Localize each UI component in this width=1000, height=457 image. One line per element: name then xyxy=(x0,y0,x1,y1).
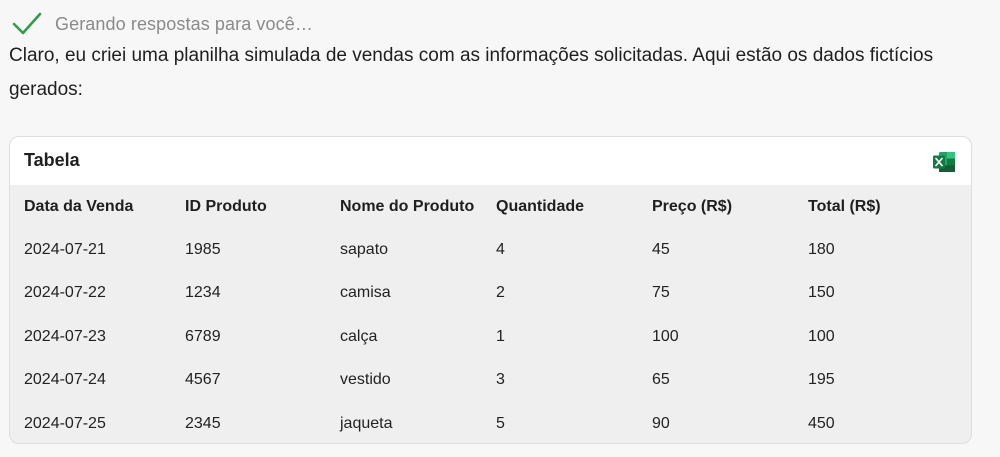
table-row: 2024-07-22 1234 camisa 2 75 150 xyxy=(10,272,971,315)
column-header: Total (R$) xyxy=(808,197,881,215)
table-row: 2024-07-25 2345 jaqueta 5 90 450 xyxy=(10,402,971,443)
table-cell: 3 xyxy=(496,371,505,389)
table-cell: 150 xyxy=(808,284,835,302)
table-row: 2024-07-24 4567 vestido 3 65 195 xyxy=(10,359,971,402)
table-cell: 2 xyxy=(496,284,505,302)
chat-response: Gerando respostas para você… Claro, eu c… xyxy=(0,0,1000,457)
column-header: Data da Venda xyxy=(24,197,134,215)
sales-table: Data da Venda ID Produto Nome do Produto… xyxy=(10,185,971,443)
table-cell: 45 xyxy=(652,241,670,259)
check-icon xyxy=(12,10,42,38)
generation-status: Gerando respostas para você… xyxy=(12,10,313,38)
table-cell: camisa xyxy=(340,284,391,302)
table-cell: 180 xyxy=(808,241,835,259)
table-cell: 4567 xyxy=(185,371,221,389)
table-title: Tabela xyxy=(24,150,80,170)
table-cell: 450 xyxy=(808,414,835,432)
column-header: Quantidade xyxy=(496,197,585,215)
table-cell: vestido xyxy=(340,371,391,389)
table-cell: 90 xyxy=(652,414,670,432)
table-cell: 6789 xyxy=(185,327,221,345)
table-cell: 4 xyxy=(496,241,505,259)
table-cell: sapato xyxy=(340,241,389,259)
table-cell: 100 xyxy=(652,327,679,345)
table-cell: 1985 xyxy=(185,241,221,259)
table-cell: 2024-07-24 xyxy=(24,371,106,389)
table-cell: 2024-07-21 xyxy=(24,241,106,259)
table-cell: 1 xyxy=(496,327,505,345)
table-cell: 1234 xyxy=(185,284,221,302)
column-header: ID Produto xyxy=(185,197,267,215)
column-header: Nome do Produto xyxy=(340,197,475,215)
table-cell: 2024-07-22 xyxy=(24,284,106,302)
table-cell: 2024-07-23 xyxy=(24,327,106,345)
table-row: 2024-07-23 6789 calça 1 100 100 xyxy=(10,315,971,358)
table-cell: 2024-07-25 xyxy=(24,414,106,432)
table-header-row: Data da Venda ID Produto Nome do Produto… xyxy=(10,185,971,228)
table-cell: 100 xyxy=(808,327,835,345)
table-card: Tabela Data da Venda ID Produto Nome do … xyxy=(9,136,972,444)
table-cell: 195 xyxy=(808,371,835,389)
table-cell: 65 xyxy=(652,371,670,389)
column-header: Preço (R$) xyxy=(652,197,733,215)
assistant-message: Claro, eu criei uma planilha simulada de… xyxy=(9,45,934,100)
table-cell: calça xyxy=(340,327,378,345)
table-row: 2024-07-21 1985 sapato 4 45 180 xyxy=(10,228,971,271)
excel-icon[interactable] xyxy=(932,151,956,173)
table-card-header: Tabela xyxy=(10,137,971,185)
table-cell: jaqueta xyxy=(340,414,393,432)
table-cell: 75 xyxy=(652,284,670,302)
status-text: Gerando respostas para você… xyxy=(55,13,313,34)
table-cell: 2345 xyxy=(185,414,221,432)
table-cell: 5 xyxy=(496,414,505,432)
